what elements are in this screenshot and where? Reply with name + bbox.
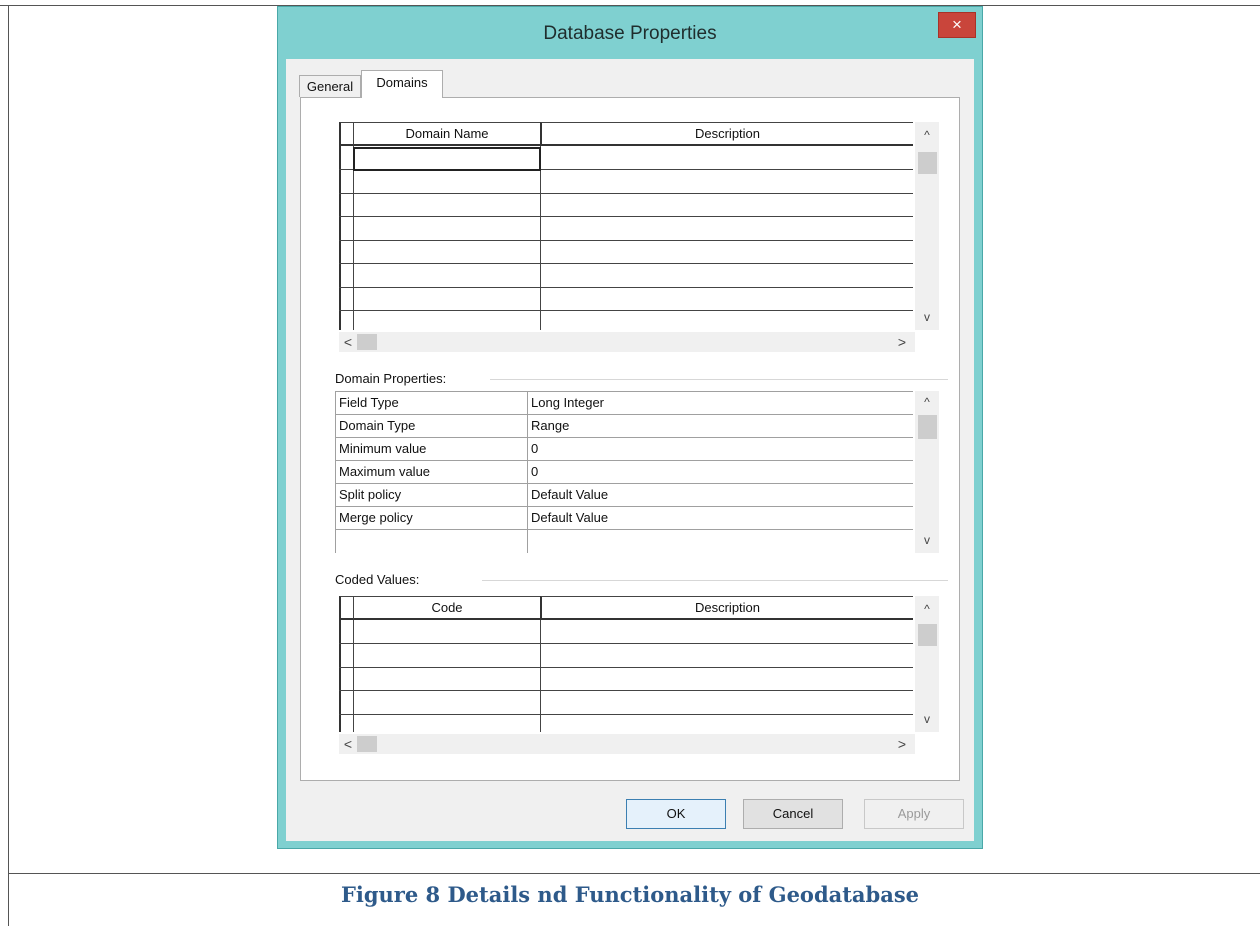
table-row[interactable] (339, 690, 913, 691)
scroll-right-icon[interactable]: > (893, 734, 911, 754)
property-value[interactable]: Default Value (531, 510, 608, 525)
table-row[interactable] (339, 643, 913, 644)
property-row-merge-policy[interactable]: Merge policy Default Value (335, 507, 913, 530)
property-row-minimum-value[interactable]: Minimum value 0 (335, 438, 913, 461)
property-value[interactable]: 0 (531, 464, 538, 479)
apply-button[interactable]: Apply (864, 799, 964, 829)
close-button[interactable]: × (938, 12, 976, 38)
section-divider (490, 379, 948, 380)
column-header-description[interactable]: Description (540, 122, 913, 146)
coded-values-label: Coded Values: (335, 572, 420, 587)
scroll-up-icon[interactable]: ^ (915, 600, 939, 618)
tab-general[interactable]: General (299, 75, 361, 97)
scroll-thumb[interactable] (357, 334, 377, 350)
property-row-field-type[interactable]: Field Type Long Integer (335, 392, 913, 415)
column-divider (540, 620, 541, 732)
tab-domains[interactable]: Domains (361, 70, 443, 98)
scroll-thumb[interactable] (918, 624, 937, 646)
section-divider (482, 580, 948, 581)
domains-grid-corner (339, 122, 353, 146)
cancel-button[interactable]: Cancel (743, 799, 843, 829)
column-divider (540, 146, 541, 330)
property-key: Split policy (339, 487, 402, 502)
row-selector-column (339, 620, 353, 732)
property-value[interactable]: Long Integer (531, 395, 604, 410)
title-bar[interactable]: Database Properties × (278, 7, 982, 59)
figure-caption: Figure 8 Details nd Functionality of Geo… (340, 882, 920, 907)
coded-values-grid[interactable]: Code Description ^ v < > (339, 596, 939, 754)
domain-properties-grid[interactable]: Field Type Long Integer Domain Type Rang… (335, 391, 941, 553)
document-frame-left (8, 5, 9, 926)
column-divider (353, 146, 354, 330)
document-frame-divider (8, 873, 1260, 874)
row-selector-column (339, 146, 353, 330)
scroll-thumb[interactable] (918, 415, 937, 439)
column-header-description[interactable]: Description (540, 596, 913, 620)
domains-grid[interactable]: Domain Name Description ^ v < > (339, 122, 939, 354)
table-row[interactable] (339, 216, 913, 217)
close-icon: × (952, 15, 962, 34)
scroll-left-icon[interactable]: < (339, 332, 357, 352)
table-row[interactable] (339, 193, 913, 194)
scroll-left-icon[interactable]: < (339, 734, 357, 754)
table-row[interactable] (339, 714, 913, 715)
coded-values-grid-corner (339, 596, 353, 620)
vertical-scrollbar[interactable]: ^ v (915, 596, 939, 732)
column-header-code[interactable]: Code (353, 596, 540, 620)
scroll-thumb[interactable] (357, 736, 377, 752)
dialog-title: Database Properties (543, 23, 717, 44)
scroll-up-icon[interactable]: ^ (915, 393, 939, 411)
scroll-right-icon[interactable]: > (893, 332, 911, 352)
dialog-client-area: General Domains Domain Name Description (286, 59, 974, 841)
property-value[interactable]: 0 (531, 441, 538, 456)
domain-properties-label: Domain Properties: (335, 371, 447, 386)
table-row[interactable] (339, 667, 913, 668)
property-value[interactable]: Range (531, 418, 569, 433)
horizontal-scrollbar[interactable]: < > (339, 734, 915, 754)
property-row-split-policy[interactable]: Split policy Default Value (335, 484, 913, 507)
property-row-domain-type[interactable]: Domain Type Range (335, 415, 913, 438)
table-row[interactable] (339, 240, 913, 241)
active-cell[interactable] (353, 147, 541, 171)
vertical-scrollbar[interactable]: ^ v (915, 122, 939, 330)
property-key: Maximum value (339, 464, 431, 479)
property-key: Minimum value (339, 441, 427, 456)
scroll-up-icon[interactable]: ^ (915, 126, 939, 144)
scroll-thumb[interactable] (918, 152, 937, 174)
property-key: Domain Type (339, 418, 416, 433)
scroll-down-icon[interactable]: v (915, 308, 939, 326)
property-value[interactable]: Default Value (531, 487, 608, 502)
database-properties-dialog: Database Properties × General Domains Do… (277, 6, 983, 849)
scroll-down-icon[interactable]: v (915, 710, 939, 728)
column-divider (353, 620, 354, 732)
property-row-maximum-value[interactable]: Maximum value 0 (335, 461, 913, 484)
table-row[interactable] (339, 310, 913, 311)
property-key: Field Type (339, 395, 399, 410)
ok-button[interactable]: OK (626, 799, 726, 829)
table-row[interactable] (339, 263, 913, 264)
column-header-domain-name[interactable]: Domain Name (353, 122, 540, 146)
property-key: Merge policy (339, 510, 413, 525)
horizontal-scrollbar[interactable]: < > (339, 332, 915, 352)
table-row[interactable] (339, 287, 913, 288)
scroll-down-icon[interactable]: v (915, 531, 939, 549)
vertical-scrollbar[interactable]: ^ v (915, 391, 939, 553)
domains-tab-panel: Domain Name Description ^ v < > Domain P… (300, 97, 960, 781)
